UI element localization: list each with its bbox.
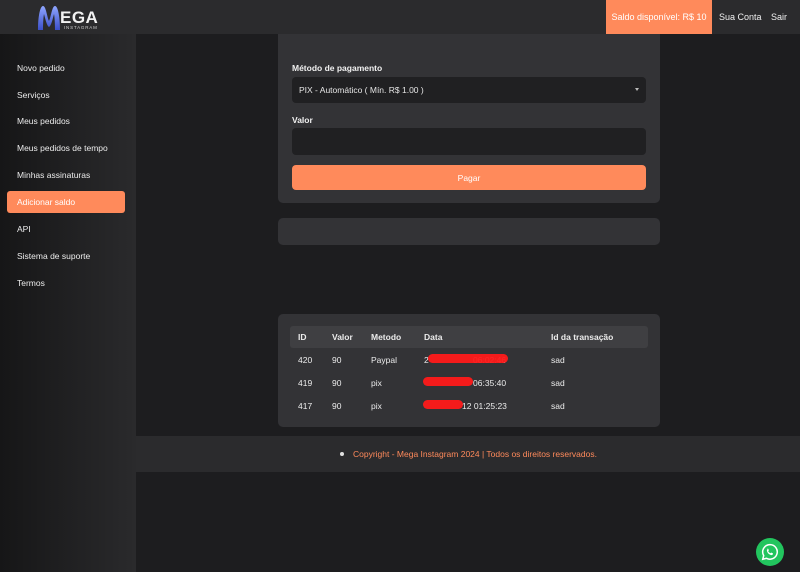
- cell-value: 90: [332, 401, 342, 411]
- cell-id: 419: [298, 378, 313, 388]
- pay-button[interactable]: Pagar: [292, 165, 646, 190]
- cell-value: 90: [332, 355, 342, 365]
- amount-input[interactable]: [292, 128, 646, 155]
- top-bar: EGA INSTAGRAM Saldo disponível: R$ 10 Su…: [0, 0, 800, 34]
- footer-bullet: [340, 452, 344, 456]
- cell-value: 90: [332, 378, 342, 388]
- cell-id: 417: [298, 401, 313, 411]
- chevron-down-icon: [635, 88, 639, 91]
- balance-badge[interactable]: Saldo disponível: R$ 10: [606, 0, 712, 34]
- sidebar-item-terms[interactable]: Termos: [7, 272, 125, 294]
- cell-method: Paypal: [371, 355, 397, 365]
- info-card: [278, 218, 660, 245]
- cell-date-tail: 12 01:25:23: [462, 401, 507, 411]
- cell-date-tail: 06:35:40: [473, 378, 507, 388]
- sidebar-item-services[interactable]: Serviços: [7, 84, 125, 106]
- redaction-mark: [428, 354, 508, 363]
- payment-method-select[interactable]: PIX - Automático ( Mín. R$ 1.00 ): [292, 77, 646, 103]
- sidebar-item-add-funds[interactable]: Adicionar saldo: [7, 191, 125, 213]
- sidebar-item-new-order[interactable]: Novo pedido: [7, 57, 125, 79]
- col-header-value: Valor: [332, 332, 353, 342]
- whatsapp-button[interactable]: [756, 538, 784, 566]
- footer-copyright[interactable]: Copyright - Mega Instagram 2024 | Todos …: [353, 449, 597, 459]
- cell-id: 420: [298, 355, 313, 365]
- account-link[interactable]: Sua Conta: [719, 0, 762, 34]
- whatsapp-icon: [761, 543, 778, 561]
- brand-subtitle: INSTAGRAM: [64, 25, 98, 30]
- sidebar-item-api[interactable]: API: [7, 218, 125, 240]
- payment-method-value: PIX - Automático ( Mín. R$ 1.00 ): [299, 85, 424, 95]
- col-header-transaction-id: Id da transação: [551, 332, 614, 342]
- cell-method: pix: [371, 378, 382, 388]
- sidebar-item-my-orders[interactable]: Meus pedidos: [7, 110, 125, 132]
- cell-transaction-id: sad: [551, 355, 565, 365]
- footer: Copyright - Mega Instagram 2024 | Todos …: [136, 436, 800, 472]
- sidebar: Novo pedido Serviços Meus pedidos Meus p…: [0, 34, 136, 572]
- col-header-date: Data: [424, 332, 443, 342]
- redaction-mark: [423, 400, 463, 409]
- amount-label: Valor: [292, 115, 313, 125]
- col-header-method: Metodo: [371, 332, 402, 342]
- cell-method: pix: [371, 401, 382, 411]
- brand-logo[interactable]: EGA INSTAGRAM: [36, 3, 106, 31]
- cell-transaction-id: sad: [551, 401, 565, 411]
- sidebar-item-time-orders[interactable]: Meus pedidos de tempo: [7, 137, 125, 159]
- col-header-id: ID: [298, 332, 307, 342]
- payment-method-label: Método de pagamento: [292, 63, 383, 73]
- sidebar-item-support[interactable]: Sistema de suporte: [7, 245, 125, 267]
- mega-m-logo-icon: [38, 6, 60, 30]
- cell-transaction-id: sad: [551, 378, 565, 388]
- sidebar-item-subscriptions[interactable]: Minhas assinaturas: [7, 164, 125, 186]
- logout-link[interactable]: Sair: [771, 0, 787, 34]
- redaction-mark: [423, 377, 473, 386]
